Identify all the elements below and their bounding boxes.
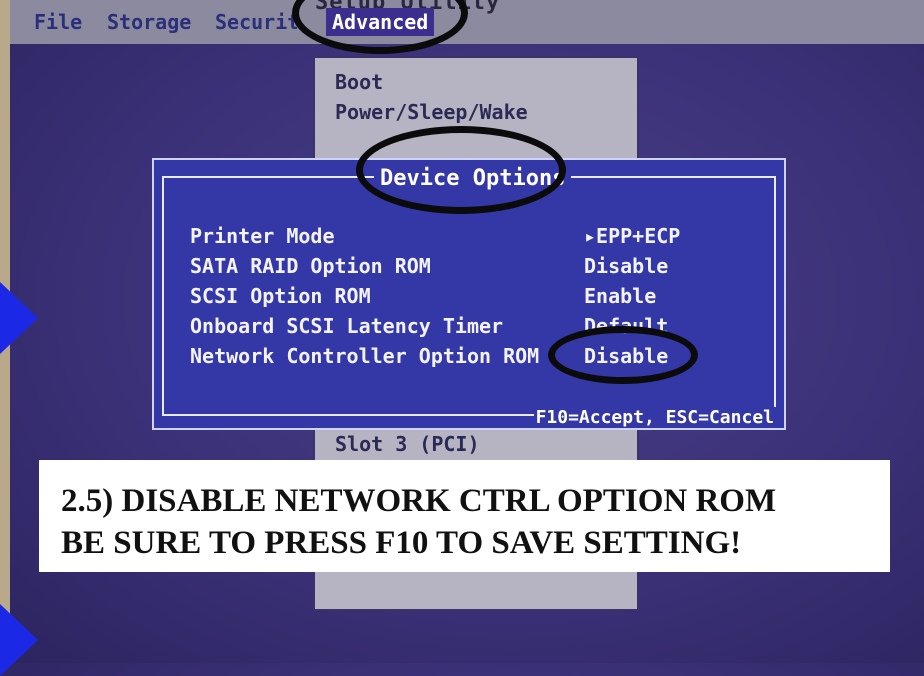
- dialog-frame: Device Options Printer Mode ▸EPP+ECP SAT…: [162, 166, 776, 428]
- dialog-footer-keys: F10=Accept, ESC=Cancel: [533, 407, 776, 428]
- option-value-scsi-rom[interactable]: Enable: [584, 284, 656, 308]
- option-value-sata-raid[interactable]: Disable: [584, 254, 668, 278]
- device-options-dialog: Device Options Printer Mode ▸EPP+ECP SAT…: [152, 158, 786, 430]
- option-label-sata-raid[interactable]: SATA RAID Option ROM: [190, 254, 431, 278]
- option-label-network-rom[interactable]: Network Controller Option ROM: [190, 344, 539, 368]
- option-label-scsi-latency[interactable]: Onboard SCSI Latency Timer: [190, 314, 503, 338]
- annotation-arrow-icon: [0, 282, 38, 354]
- dropdown-item-power[interactable]: Power/Sleep/Wake: [335, 100, 528, 124]
- dropdown-item-boot[interactable]: Boot: [335, 70, 383, 94]
- option-label-scsi-rom[interactable]: SCSI Option ROM: [190, 284, 371, 308]
- caption-line-2: BE SURE TO PRESS F10 TO SAVE SETTING!: [61, 525, 742, 561]
- option-value-printer-mode[interactable]: ▸EPP+ECP: [584, 224, 680, 248]
- option-value-scsi-latency[interactable]: Default: [584, 314, 668, 338]
- menu-advanced[interactable]: Advanced: [326, 8, 435, 36]
- annotation-arrow-icon: [0, 604, 38, 676]
- dialog-title: Device Options: [374, 166, 572, 191]
- menu-storage[interactable]: Storage: [107, 10, 191, 34]
- option-label-printer-mode[interactable]: Printer Mode: [190, 224, 335, 248]
- dropdown-item-slot3[interactable]: Slot 3 (PCI): [335, 432, 480, 456]
- caption-line-1: 2.5) DISABLE NETWORK CTRL OPTION ROM: [61, 483, 777, 519]
- menu-security[interactable]: Security: [215, 10, 297, 34]
- menu-file[interactable]: File: [34, 10, 82, 34]
- instruction-caption: 2.5) DISABLE NETWORK CTRL OPTION ROM BE …: [39, 460, 890, 572]
- option-value-network-rom[interactable]: Disable: [584, 344, 668, 368]
